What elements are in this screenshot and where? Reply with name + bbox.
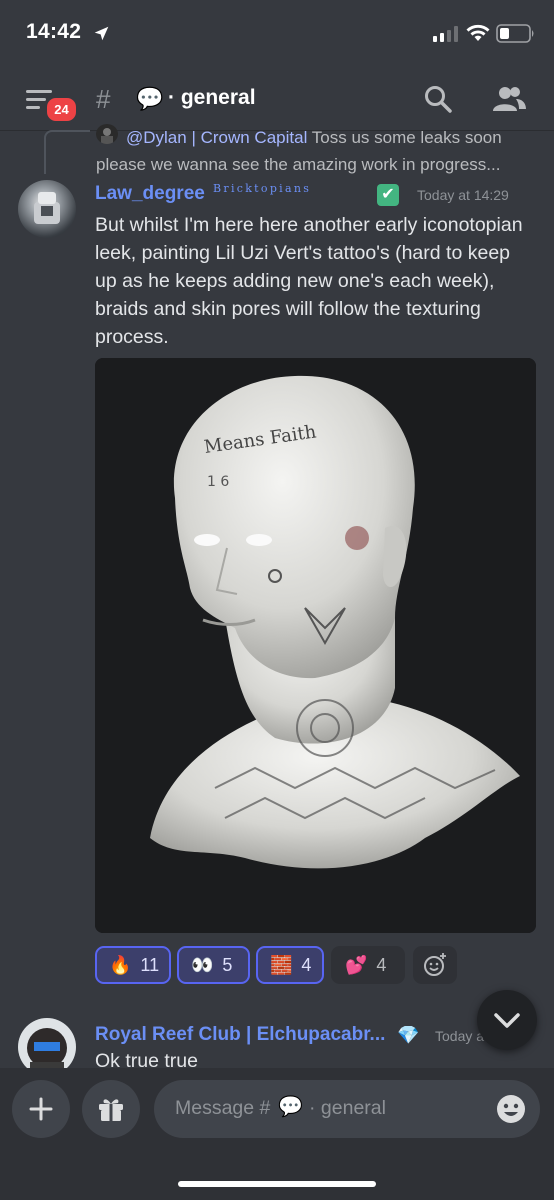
message-author[interactable]: Law_degree (95, 183, 205, 205)
diamond-badge-icon: 💎 (397, 1025, 420, 1045)
message-input-placeholder: Message # (175, 1097, 271, 1119)
add-reaction-icon (424, 953, 446, 976)
home-indicator (178, 1181, 376, 1187)
gift-icon (99, 1099, 123, 1121)
brick-icon: 🧱 (270, 954, 293, 975)
wifi-icon (466, 24, 490, 41)
reaction-count: 5 (222, 954, 233, 975)
add-reaction-button[interactable] (413, 946, 457, 984)
attach-button[interactable] (12, 1080, 70, 1138)
search-icon[interactable] (424, 85, 452, 113)
reaction-brick[interactable]: 🧱 4 (256, 946, 324, 984)
svg-text:1 6: 1 6 (207, 474, 229, 490)
jump-to-bottom-button[interactable] (477, 990, 537, 1050)
message-text: But whilst I'm here here another early i… (95, 214, 523, 348)
verified-check-icon: ✔ (377, 184, 399, 206)
reply-connector (44, 130, 90, 174)
eyes-icon: 👀 (191, 954, 214, 975)
reaction-count: 4 (301, 954, 312, 975)
reaction-count: 4 (376, 954, 387, 975)
gift-button[interactable] (82, 1080, 140, 1138)
reply-author: @Dylan | Crown Capital (126, 128, 308, 147)
members-icon[interactable] (492, 86, 526, 112)
reaction-fire[interactable]: 🔥 11 (95, 946, 171, 984)
reaction-eyes[interactable]: 👀 5 (177, 946, 250, 984)
message-timestamp: Today at 14:29 (417, 187, 509, 203)
plus-icon (29, 1097, 53, 1121)
emoji-picker-icon[interactable] (495, 1093, 527, 1125)
message-author[interactable]: Royal Reef Club | Elchupacabr... (95, 1024, 385, 1046)
placeholder-channel-name: · general (309, 1097, 386, 1119)
reply-preview[interactable]: @Dylan | Crown Capital Toss us some leak… (96, 124, 526, 178)
status-time: 14:42 (26, 20, 82, 43)
location-arrow-icon (94, 26, 109, 41)
reaction-count: 11 (140, 954, 160, 975)
channel-name[interactable]: · general (168, 86, 256, 110)
fire-icon: 🔥 (109, 954, 132, 975)
channel-header (0, 66, 554, 131)
channel-emoji: 💬 (136, 86, 164, 111)
head-sculpt-image: Means Faith 1 6 (95, 358, 536, 933)
reply-avatar (96, 124, 118, 144)
cell-signal-icon (433, 26, 458, 42)
notification-badge: 24 (44, 95, 79, 124)
battery-icon (496, 24, 534, 43)
author-role-tag: Bricktopians (213, 182, 312, 195)
two-hearts-icon: 💕 (345, 954, 368, 975)
placeholder-channel-emoji: 💬 (278, 1096, 303, 1118)
avatar[interactable] (18, 180, 76, 238)
hash-icon: # (96, 84, 111, 114)
reaction-hearts[interactable]: 💕 4 (331, 946, 405, 984)
message-image-attachment[interactable]: Means Faith 1 6 (95, 358, 536, 933)
chevron-down-icon (494, 1013, 520, 1028)
